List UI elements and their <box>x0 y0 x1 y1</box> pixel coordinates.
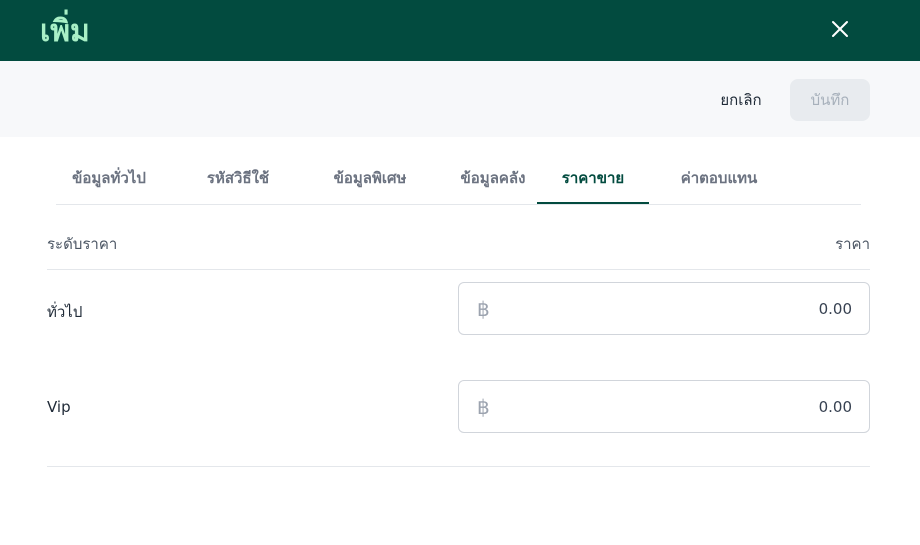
price-level-label-general: ทั่วไป <box>47 303 83 321</box>
price-value: 0.00 <box>818 398 852 416</box>
close-button[interactable] <box>826 15 854 43</box>
tab-special-info[interactable]: ข้อมูลพิเศษ <box>312 154 428 204</box>
header-divider <box>47 269 870 270</box>
close-icon <box>832 21 848 37</box>
save-button[interactable]: บันทึก <box>790 79 870 121</box>
modal-title: เพิ่ม <box>40 14 90 49</box>
action-bar <box>0 61 920 137</box>
baht-icon: ฿ <box>477 297 490 321</box>
price-input-vip[interactable]: ฿ 0.00 <box>458 380 870 433</box>
price-level-label-vip: Vip <box>47 398 71 416</box>
tab-selling-price[interactable]: ราคาขาย <box>537 154 649 204</box>
tab-inventory-info[interactable]: ข้อมูลคลัง <box>439 154 547 204</box>
cancel-button[interactable]: ยกเลิก <box>704 79 778 121</box>
price-input-general[interactable]: ฿ 0.00 <box>458 282 870 335</box>
modal-header: เพิ่ม <box>0 0 920 61</box>
column-header-price: ราคา <box>835 235 870 253</box>
active-tab-indicator <box>537 202 649 204</box>
tab-usage-code[interactable]: รหัสวิธีใช้ <box>184 154 292 204</box>
baht-icon: ฿ <box>477 395 490 419</box>
tab-bar: ข้อมูลทั่วไป รหัสวิธีใช้ ข้อมูลพิเศษ ข้อ… <box>56 154 861 205</box>
tab-general-info[interactable]: ข้อมูลทั่วไป <box>56 154 162 204</box>
tab-compensation[interactable]: ค่าตอบแทน <box>665 154 773 204</box>
column-header-price-level: ระดับราคา <box>47 235 118 253</box>
table-bottom-divider <box>47 466 870 467</box>
price-value: 0.00 <box>818 300 852 318</box>
